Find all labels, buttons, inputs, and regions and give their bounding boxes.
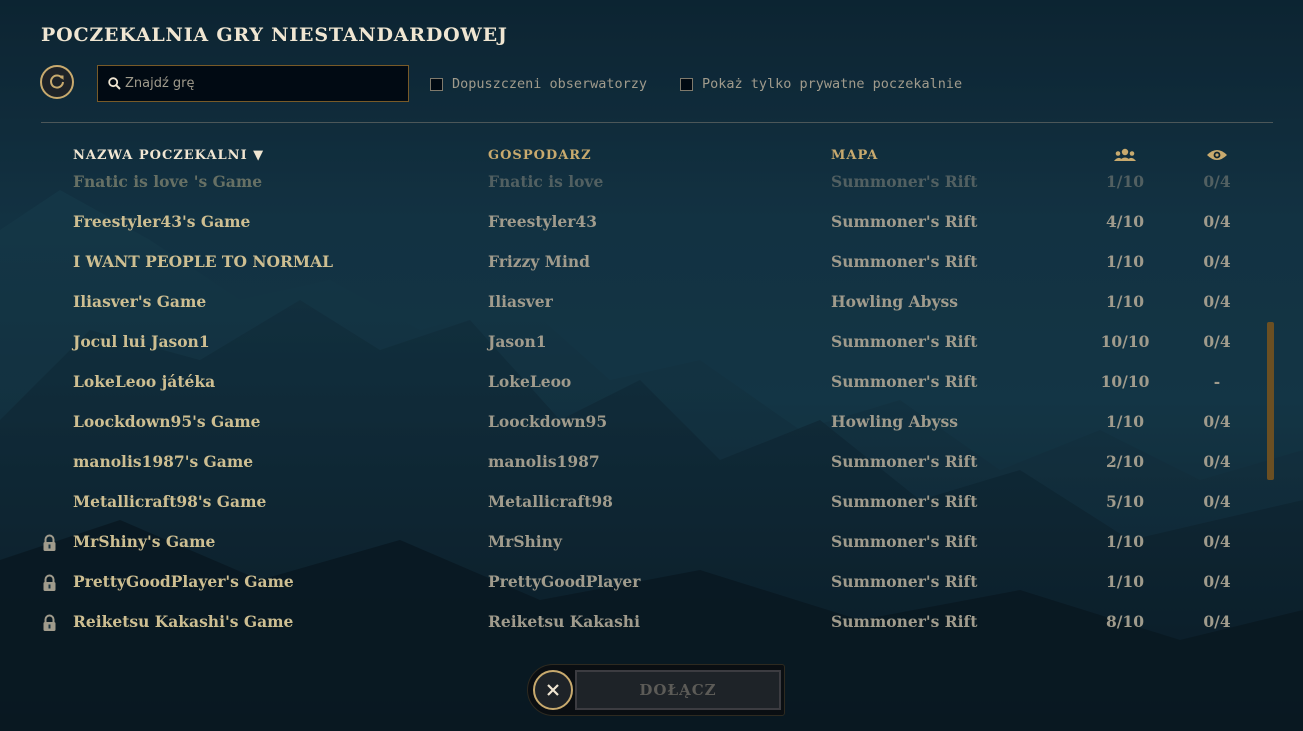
lobby-host: Iliasver (488, 292, 553, 311)
lobby-host: Freestyler43 (488, 212, 597, 231)
lobby-row[interactable]: I WANT PEOPLE TO NORMAL Frizzy Mind Summon… (0, 247, 1303, 287)
lobby-spectators: 0/4 (1203, 332, 1231, 351)
lobby-name: I WANT PEOPLE TO NORMAL (73, 252, 333, 271)
lobby-players: 1/10 (1105, 292, 1145, 311)
lobby-host: Loockdown95 (488, 412, 608, 431)
header-divider (41, 122, 1273, 123)
lobby-host: PrettyGoodPlayer (488, 572, 641, 591)
lobby-players: 2/10 (1105, 452, 1145, 471)
lobby-players: 10/10 (1100, 372, 1150, 391)
lobby-players: 10/10 (1100, 332, 1150, 351)
players-icon[interactable] (1113, 146, 1137, 164)
lobby-map: Summoner's Rift (831, 452, 978, 471)
lobby-name: LokeLeoo játéka (73, 372, 216, 391)
checkbox-box[interactable] (430, 77, 443, 91)
lobby-map: Summoner's Rift (831, 372, 978, 391)
column-header-host[interactable]: GOSPODARZ (488, 148, 592, 163)
lobby-name: Reiketsu Kakashi's Game (73, 612, 294, 631)
close-icon (547, 684, 559, 696)
lobby-players: 8/10 (1105, 612, 1145, 631)
lobby-name: manolis1987's Game (73, 452, 254, 471)
lobby-name: Iliasver's Game (73, 292, 207, 311)
private-only-checkbox[interactable]: Pokaż tylko prywatne poczekalnie (680, 75, 962, 93)
eye-icon[interactable] (1206, 146, 1228, 164)
checkbox-box[interactable] (680, 77, 693, 91)
lobby-players: 1/10 (1105, 252, 1145, 271)
lobby-row[interactable]: Freestyler43's Game Freestyler43 Summoner'… (0, 207, 1303, 247)
close-button[interactable] (533, 670, 573, 710)
lobby-map: Summoner's Rift (831, 212, 978, 231)
lobby-row[interactable]: LokeLeoo játéka LokeLeoo Summoner's Rift 10… (0, 367, 1303, 407)
search-icon (108, 77, 121, 90)
lobby-map: Summoner's Rift (831, 572, 978, 591)
lobby-spectators: 0/4 (1203, 412, 1231, 431)
scrollbar-thumb[interactable] (1267, 322, 1274, 480)
lobby-row[interactable]: Jocul lui Jason1 Jason1 Summoner's Rift 10/… (0, 327, 1303, 367)
spectators-allowed-checkbox[interactable]: Dopuszczeni obserwatorzy (430, 75, 647, 93)
lobby-name: MrShiny's Game (73, 532, 216, 551)
lobby-spectators: 0/4 (1203, 452, 1231, 471)
lobby-name: PrettyGoodPlayer's Game (73, 572, 294, 591)
lobby-name: Jocul lui Jason1 (73, 332, 210, 351)
lobby-players: 1/10 (1105, 572, 1145, 591)
lobby-row[interactable]: MrShiny's Game MrShiny Summoner's Rift 1/10… (0, 527, 1303, 567)
lobby-row[interactable]: Reiketsu Kakashi's Game Reiketsu Kakashi S… (0, 607, 1303, 646)
lobby-map: Summoner's Rift (831, 532, 978, 551)
lobby-spectators: 0/4 (1203, 212, 1231, 231)
join-button[interactable]: DOŁĄCZ (575, 670, 781, 710)
lobby-host: LokeLeoo (488, 372, 572, 391)
lobby-map: Howling Abyss (831, 292, 958, 311)
page-title: POCZEKALNIA GRY NIESTANDARDOWEJ (41, 24, 508, 46)
lobby-players: 4/10 (1105, 212, 1145, 231)
lobby-name: Metallicraft98's Game (73, 492, 267, 511)
lobby-row[interactable]: manolis1987's Game manolis1987 Summoner's … (0, 447, 1303, 487)
lobby-name: Freestyler43's Game (73, 212, 251, 231)
lobby-map: Summoner's Rift (831, 172, 978, 191)
refresh-icon (50, 74, 64, 89)
lobby-players: 5/10 (1105, 492, 1145, 511)
lobby-host: Fnatic is love (488, 172, 604, 191)
lobby-players: 1/10 (1105, 532, 1145, 551)
lobby-row[interactable]: Fnatic is love 's Game Fnatic is love Summ… (0, 168, 1303, 207)
lobby-list[interactable]: Fnatic is love 's Game Fnatic is love Summ… (0, 168, 1303, 646)
lobby-players: 1/10 (1105, 172, 1145, 191)
refresh-button[interactable] (40, 65, 74, 99)
lobby-spectators: 0/4 (1203, 492, 1231, 511)
lobby-players: 1/10 (1105, 412, 1145, 431)
lobby-name: Fnatic is love 's Game (73, 172, 263, 191)
column-header-name[interactable]: NAZWA POCZEKALNI ▼ (73, 148, 264, 163)
lobby-spectators: - (1213, 372, 1221, 391)
lobby-row[interactable]: PrettyGoodPlayer's Game PrettyGoodPlayer S… (0, 567, 1303, 607)
lobby-spectators: 0/4 (1203, 572, 1231, 591)
column-header-map[interactable]: MAPA (831, 148, 878, 163)
lobby-spectators: 0/4 (1203, 532, 1231, 551)
lobby-map: Summoner's Rift (831, 492, 978, 511)
lock-icon (43, 574, 56, 591)
lobby-name: Loockdown95's Game (73, 412, 261, 431)
lobby-host: Reiketsu Kakashi (488, 612, 640, 631)
lobby-map: Summoner's Rift (831, 332, 978, 351)
lobby-map: Howling Abyss (831, 412, 958, 431)
search-box[interactable] (97, 65, 409, 102)
lobby-host: Metallicraft98 (488, 492, 613, 511)
lobby-spectators: 0/4 (1203, 252, 1231, 271)
private-only-label: Pokaż tylko prywatne poczekalnie (702, 76, 963, 92)
lock-icon (43, 614, 56, 631)
lobby-host: Frizzy Mind (488, 252, 590, 271)
lobby-host: Jason1 (488, 332, 547, 351)
lobby-spectators: 0/4 (1203, 612, 1231, 631)
lobby-row[interactable]: Loockdown95's Game Loockdown95 Howling Aby… (0, 407, 1303, 447)
lobby-row[interactable]: Metallicraft98's Game Metallicraft98 Summo… (0, 487, 1303, 527)
spectators-allowed-label: Dopuszczeni obserwatorzy (452, 76, 648, 92)
lobby-row[interactable]: Iliasver's Game Iliasver Howling Abyss 1/10… (0, 287, 1303, 327)
lock-icon (43, 534, 56, 551)
lobby-host: manolis1987 (488, 452, 600, 471)
search-input[interactable] (125, 76, 395, 91)
lobby-map: Summoner's Rift (831, 252, 978, 271)
lobby-map: Summoner's Rift (831, 612, 978, 631)
lobby-spectators: 0/4 (1203, 172, 1231, 191)
lobby-spectators: 0/4 (1203, 292, 1231, 311)
lobby-host: MrShiny (488, 532, 562, 551)
